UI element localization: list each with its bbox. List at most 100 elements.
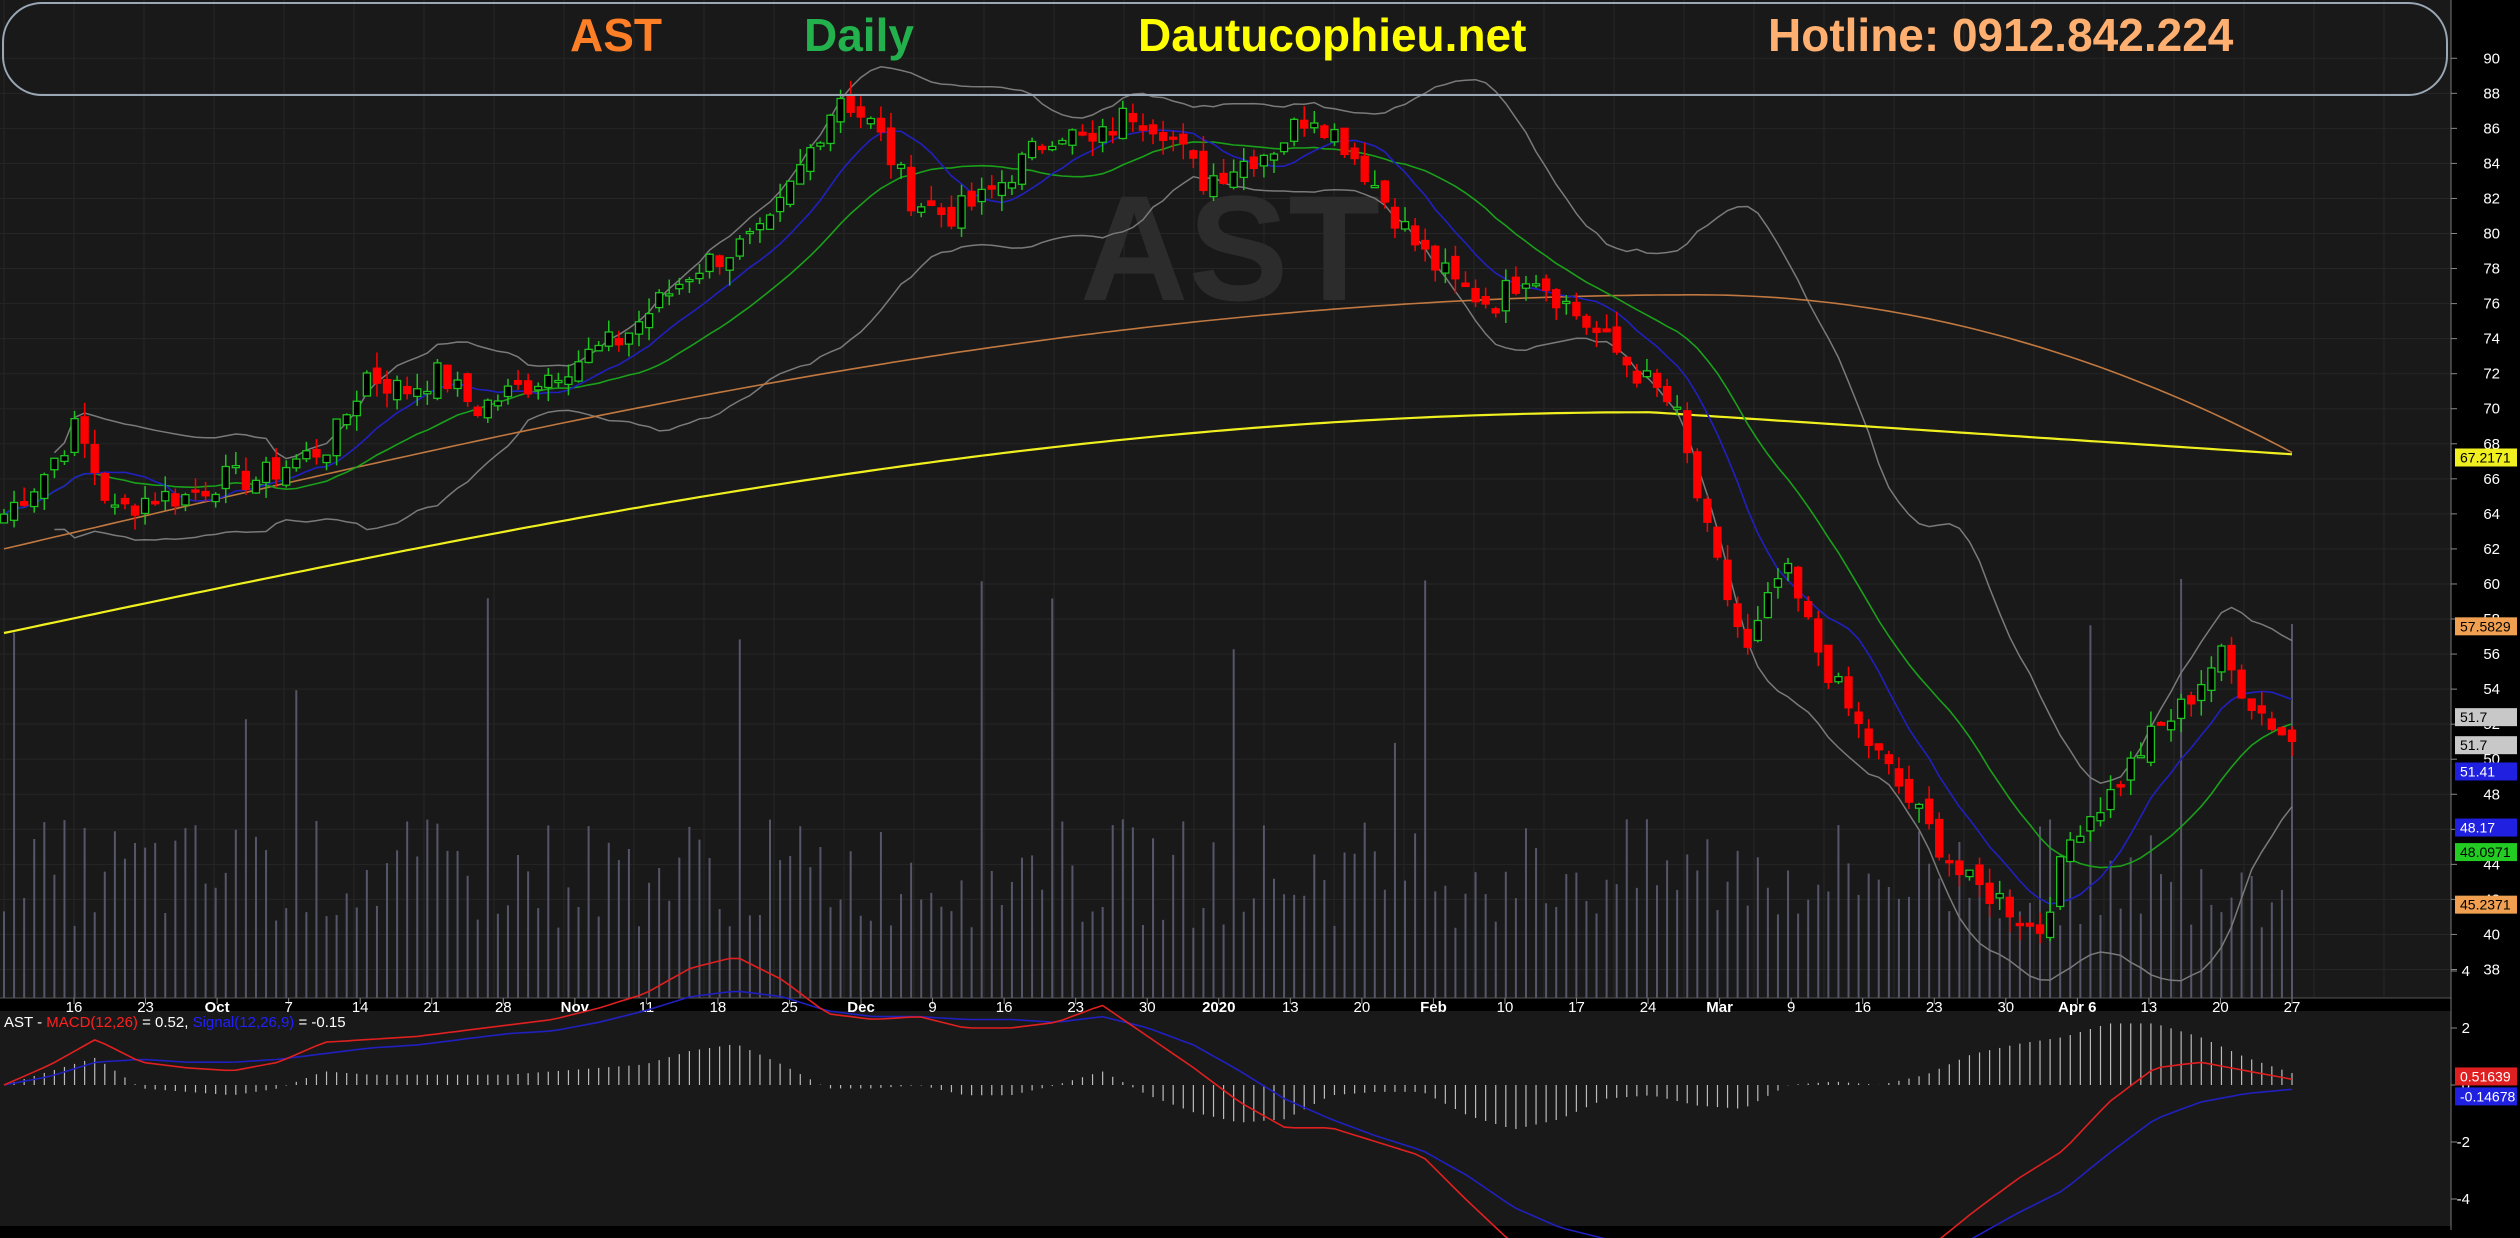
candle-body: [1037, 145, 1047, 151]
candle-body: [1844, 676, 1853, 709]
candle-body: [2116, 784, 2125, 788]
candle-body: [1854, 711, 1863, 725]
candle-body: [876, 117, 886, 133]
candle-body: [1632, 370, 1642, 384]
candle-body: [1209, 175, 1218, 198]
price-label: 51.41: [2460, 763, 2495, 779]
candle-body: [1783, 562, 1793, 574]
candle-body: [2247, 698, 2256, 711]
candle-body: [433, 362, 442, 399]
candle-body: [604, 331, 613, 347]
candle-body: [725, 257, 734, 271]
price-label: 48.0971: [2460, 844, 2511, 860]
candle-body: [19, 501, 29, 506]
candle-body: [0, 513, 9, 524]
candle-body: [836, 97, 845, 123]
candle-body: [302, 450, 311, 460]
candle-body: [110, 504, 120, 508]
candle-body: [1340, 127, 1349, 156]
candle-body: [1128, 112, 1138, 123]
x-tick-label: 13: [2141, 999, 2158, 1016]
candle-body: [463, 373, 472, 403]
candle-body: [2076, 835, 2085, 843]
candle-body: [493, 400, 503, 407]
candle-body: [151, 500, 160, 505]
candle-body: [1189, 150, 1198, 159]
chart-canvas: AST 16 23 Oct 7 14 21 28 Nov 11 18 25 Dec 9 16 23 30 202…: [0, 0, 2520, 1238]
candle-body: [261, 461, 271, 484]
candle-body: [1894, 768, 1904, 787]
candle-body: [1461, 282, 1470, 288]
candle-body: [1289, 118, 1299, 142]
x-tick-label: 10: [1497, 999, 1514, 1016]
candle-body: [1804, 601, 1813, 618]
price-label: 48.17: [2460, 820, 2495, 836]
candle-body: [2277, 727, 2287, 736]
candle-body: [846, 95, 855, 113]
candle-body: [392, 379, 402, 401]
candle-body: [2227, 644, 2236, 671]
candle-body: [1017, 153, 1027, 185]
candle-body: [1330, 128, 1339, 143]
x-tick-label: 24: [1640, 999, 1657, 1016]
x-tick-label: 27: [2284, 999, 2301, 1016]
candle-body: [241, 470, 251, 491]
candle-body: [1380, 180, 1390, 203]
macd-panel-background: [0, 1011, 2451, 1226]
candle-body: [231, 465, 241, 469]
candle-body: [1027, 140, 1037, 159]
candle-body: [1864, 728, 1873, 746]
x-tick-label: 18: [710, 999, 727, 1016]
candle-body: [2005, 896, 2014, 918]
candle-body: [1360, 155, 1369, 183]
x-tick-label: 23: [1926, 999, 1943, 1016]
candle-body: [1955, 860, 1964, 876]
candle-body: [775, 196, 785, 213]
candle-body: [1531, 283, 1541, 287]
candle-body: [1945, 860, 1954, 864]
candle-body: [402, 385, 412, 395]
x-tick-label: Mar: [1706, 999, 1733, 1016]
candle-body: [1662, 385, 1672, 403]
candle-body: [1672, 406, 1682, 410]
candle-body: [1985, 882, 1994, 905]
candle-body: [1572, 301, 1581, 317]
candle-body: [1229, 171, 1238, 188]
candle-body: [1602, 328, 1611, 333]
candle-body: [1723, 559, 1732, 601]
candle-body: [1904, 778, 1914, 803]
candle-body: [2025, 922, 2035, 927]
candle-body: [1259, 154, 1269, 167]
candle-body: [2066, 839, 2075, 863]
candle-body: [2136, 755, 2145, 759]
candle-body: [1320, 125, 1329, 138]
candle-body: [1410, 225, 1420, 246]
candle-body: [342, 414, 351, 426]
candle-body: [967, 190, 976, 207]
candle-body: [705, 253, 714, 273]
candle-body: [614, 337, 624, 346]
candle-body: [1975, 864, 1984, 886]
y-tick-label: 82: [2483, 190, 2500, 207]
candle-body: [2035, 924, 2045, 934]
x-tick-label: 20: [2212, 999, 2229, 1016]
site-label: Dautucophieu.net: [1138, 9, 1527, 61]
candle-body: [1733, 603, 1742, 627]
candle-body: [201, 490, 210, 497]
y-tick-label: 80: [2483, 226, 2500, 243]
candle-body: [513, 379, 523, 385]
candle-body: [483, 399, 492, 419]
candle-body: [1199, 150, 1208, 192]
candle-body: [2287, 729, 2297, 743]
x-tick-label: 13: [1282, 999, 1299, 1016]
candle-body: [1118, 107, 1127, 140]
candle-body: [1108, 131, 1117, 136]
candle-body: [1793, 566, 1803, 599]
macd-label: 0.51639: [2460, 1068, 2511, 1084]
candle-body: [282, 466, 291, 486]
macd-header-macd-value: = 0.52,: [137, 1014, 193, 1031]
x-tick-label: 30: [1997, 999, 2014, 1016]
y-tick-label: 48: [2483, 786, 2500, 803]
price-label: 51.7: [2460, 709, 2487, 725]
y-tick-label: 88: [2483, 85, 2500, 102]
